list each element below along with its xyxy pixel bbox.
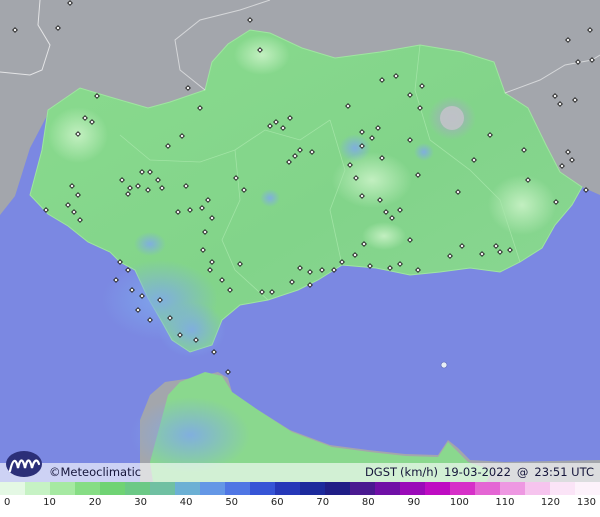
copyright-symbol: © xyxy=(49,465,61,479)
wind-gust-map[interactable] xyxy=(0,0,600,495)
legend-swatch xyxy=(75,482,100,495)
legend-swatch xyxy=(500,482,525,495)
date-label: 19-03-2022 xyxy=(444,465,511,479)
legend-tick-label: 90 xyxy=(407,497,421,508)
calm-zone-south xyxy=(362,222,406,250)
at-label: @ xyxy=(516,465,529,479)
map-root: ©Meteoclimatic DGST (km/h) 19-03-2022 @23:5… xyxy=(0,0,600,517)
mountain-peak xyxy=(440,106,464,130)
legend-swatch xyxy=(275,482,300,495)
legend-tick-label: 20 xyxy=(88,497,102,508)
credit: ©Meteoclimatic xyxy=(49,465,141,479)
legend-swatch xyxy=(150,482,175,495)
color-legend: 0 10 20 30 40 50 60 70 80 90 100 110 120 130 xyxy=(0,482,600,517)
calm-zone-east xyxy=(488,175,556,235)
variable-label: DGST xyxy=(364,465,398,479)
legend-tick-label: 50 xyxy=(225,497,239,508)
meteoclimatic-logo-icon[interactable] xyxy=(4,448,48,478)
wind-zone-granada xyxy=(260,189,280,207)
calm-zone-center xyxy=(332,152,412,208)
legend-swatch xyxy=(25,482,50,495)
wind-zone-strait xyxy=(130,397,250,473)
legend-swatch xyxy=(350,482,375,495)
legend-swatch xyxy=(475,482,500,495)
legend-swatch xyxy=(200,482,225,495)
legend-tick-label: 0 xyxy=(4,497,11,508)
legend-swatch xyxy=(175,482,200,495)
time-label: 23:51 UTC xyxy=(534,465,594,479)
legend-tick-label: 70 xyxy=(316,497,330,508)
legend-tick-label: 40 xyxy=(179,497,193,508)
legend-tick-label: 130 xyxy=(576,497,596,508)
legend-swatch xyxy=(325,482,350,495)
legend-swatch xyxy=(400,482,425,495)
legend-tick-label: 30 xyxy=(134,497,147,508)
legend-swatch xyxy=(0,482,25,495)
legend-tick-label: 10 xyxy=(43,497,56,508)
units-label: (km/h) xyxy=(400,465,439,479)
info-bar: ©Meteoclimatic DGST (km/h) 19-03-2022 @23:5… xyxy=(0,463,600,482)
calm-zone-north xyxy=(234,35,290,75)
legend-swatch xyxy=(300,482,325,495)
legend-swatch xyxy=(575,482,600,495)
legend-tick-label: 120 xyxy=(540,497,560,508)
legend-swatch xyxy=(425,482,450,495)
legend-swatch xyxy=(450,482,475,495)
legend-ticks: 0 10 20 30 40 50 60 70 80 90 100 110 120 130 xyxy=(0,497,600,511)
legend-color-bar xyxy=(0,482,600,495)
product-info: DGST (km/h) 19-03-2022 @23:51 UTC xyxy=(359,465,594,479)
wind-zone-jaen xyxy=(414,143,434,161)
legend-tick-label: 60 xyxy=(270,497,284,508)
wind-zone-sevilla xyxy=(134,232,166,256)
legend-swatch xyxy=(50,482,75,495)
legend-swatch xyxy=(125,482,150,495)
legend-tick-label: 110 xyxy=(495,497,515,508)
legend-swatch xyxy=(100,482,125,495)
legend-swatch xyxy=(250,482,275,495)
ceuta-point[interactable] xyxy=(440,361,448,369)
credit-label[interactable]: Meteoclimatic xyxy=(61,465,142,479)
legend-swatch xyxy=(550,482,575,495)
legend-swatch xyxy=(525,482,550,495)
legend-swatch xyxy=(225,482,250,495)
wind-zone-tarifa xyxy=(158,302,226,358)
legend-tick-label: 80 xyxy=(361,497,375,508)
legend-swatch xyxy=(375,482,400,495)
legend-tick-label: 100 xyxy=(449,497,469,508)
